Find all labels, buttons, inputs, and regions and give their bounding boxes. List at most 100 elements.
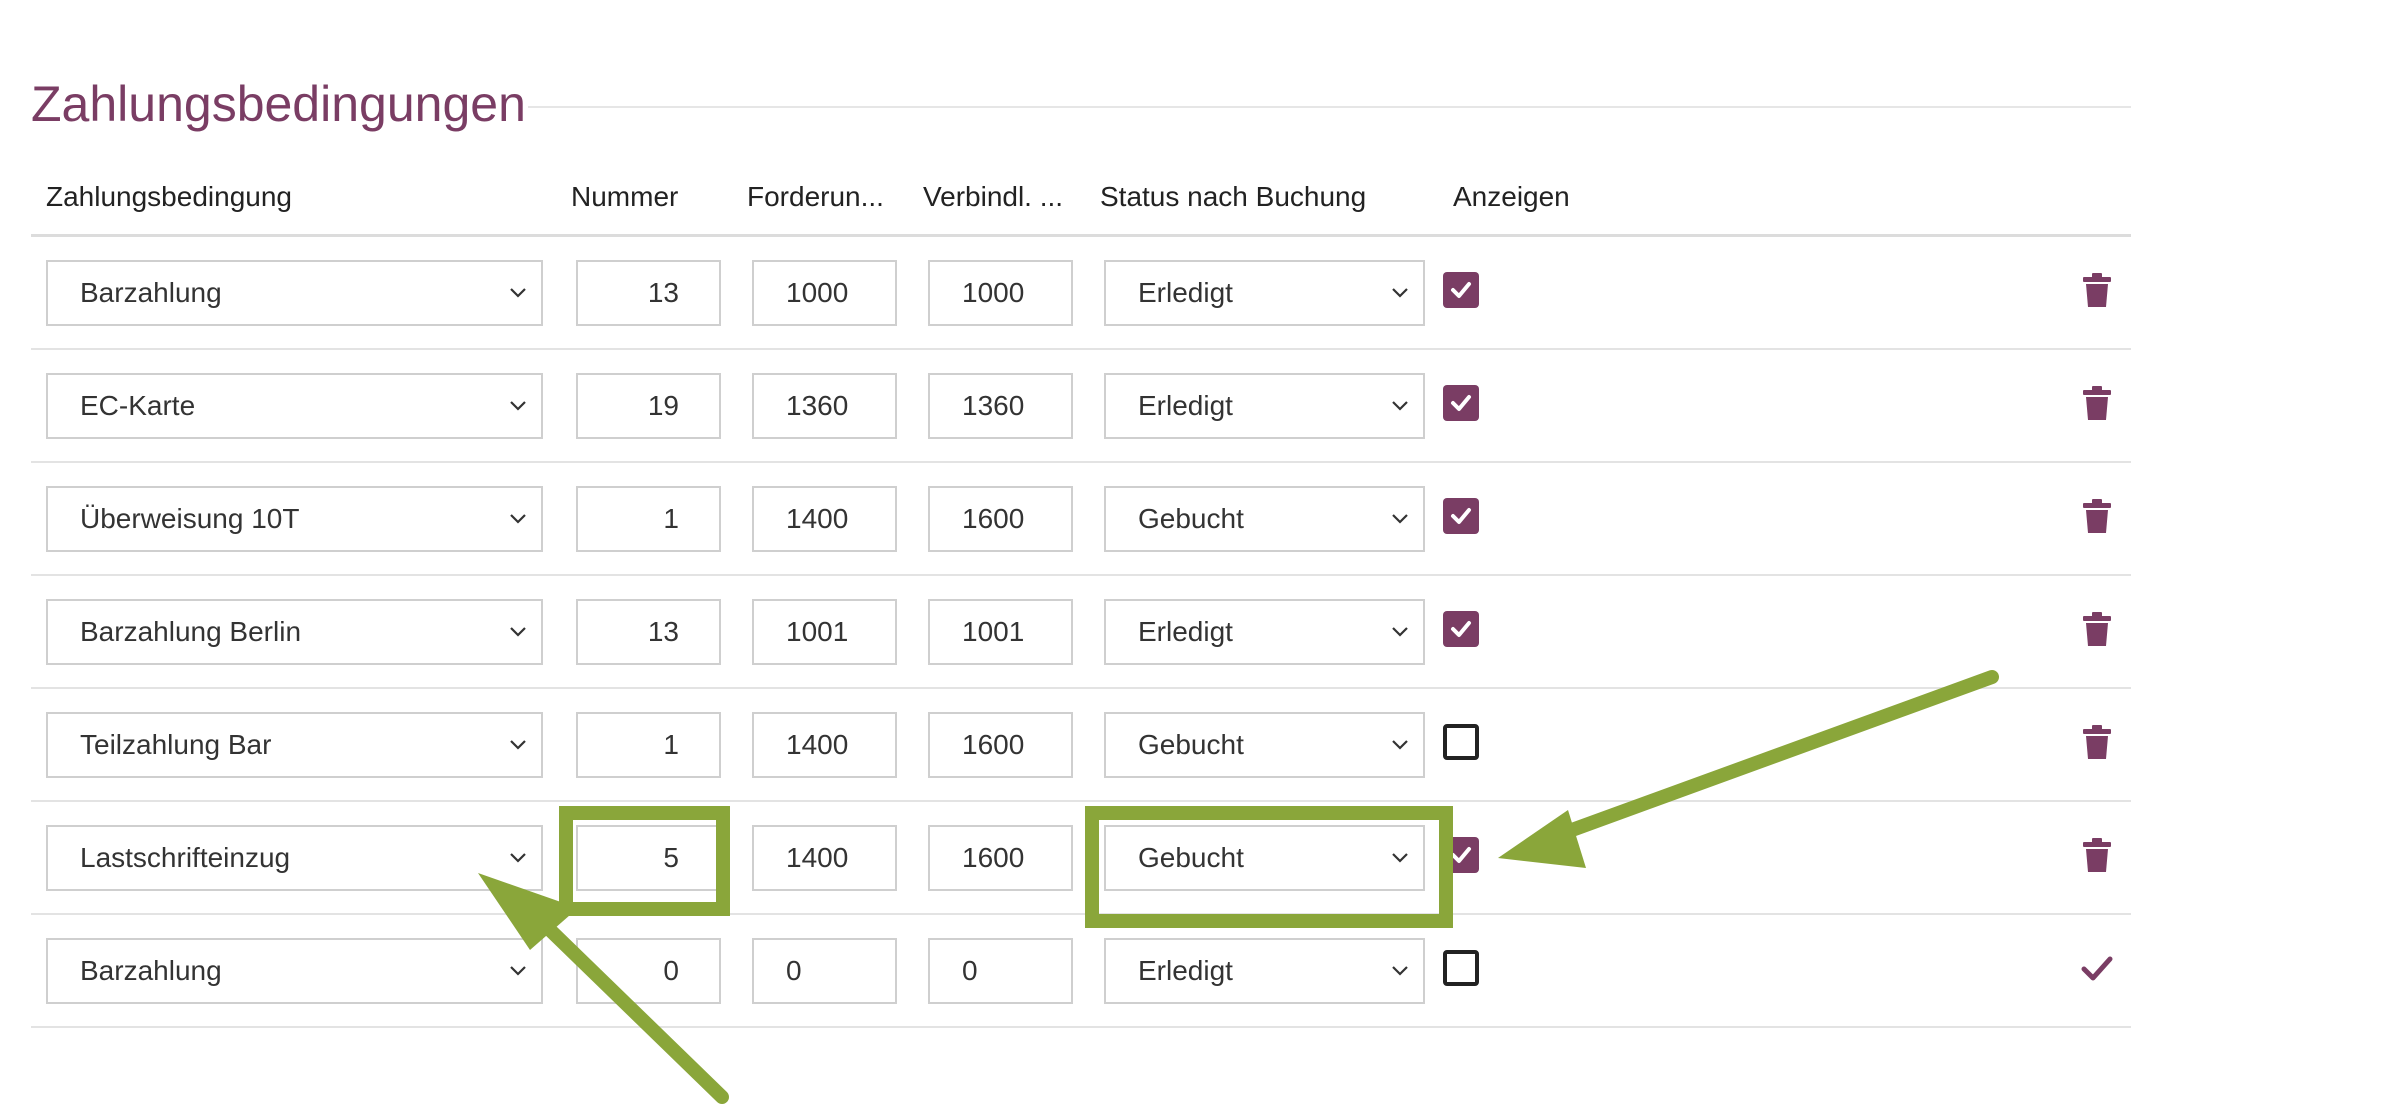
- select-value: EC-Karte: [80, 390, 196, 421]
- verbindlichkeit-input[interactable]: 1600: [928, 486, 1073, 552]
- check-icon: [1451, 847, 1471, 863]
- select-value: Erledigt: [1138, 390, 1233, 421]
- chevron-down-icon: [510, 853, 526, 863]
- trash-icon[interactable]: [2081, 838, 2113, 874]
- trash-icon[interactable]: [2081, 612, 2113, 648]
- forderung-input[interactable]: 1001: [752, 599, 897, 665]
- status-select[interactable]: Erledigt: [1104, 260, 1425, 326]
- column-header-anzeigen: Anzeigen: [1453, 181, 1570, 212]
- verbindlichkeit-input[interactable]: 1600: [928, 712, 1073, 778]
- table-row: Teilzahlung Bar 1 1400 1600 Gebucht: [31, 689, 2131, 802]
- select-value: Lastschrifteinzug: [80, 842, 291, 873]
- nummer-input[interactable]: 5: [576, 825, 721, 891]
- forderung-input[interactable]: 1400: [752, 825, 897, 891]
- select-value: Gebucht: [1138, 729, 1244, 760]
- zahlungsbedingung-select[interactable]: Barzahlung: [46, 260, 543, 326]
- anzeigen-checkbox[interactable]: [1443, 611, 1479, 647]
- select-value: Barzahlung Berlin: [80, 616, 302, 647]
- column-header-verbindl: Verbindl. ...: [923, 181, 1064, 212]
- verbindlichkeit-input[interactable]: 1360: [928, 373, 1073, 439]
- status-select[interactable]: Gebucht: [1104, 486, 1425, 552]
- chevron-down-icon: [510, 966, 526, 976]
- anzeigen-checkbox[interactable]: [1443, 837, 1479, 873]
- chevron-down-icon: [510, 288, 526, 298]
- chevron-down-icon: [510, 401, 526, 411]
- forderung-input[interactable]: 1000: [752, 260, 897, 326]
- zahlungsbedingung-select[interactable]: EC-Karte: [46, 373, 543, 439]
- zahlungsbedingung-select[interactable]: Teilzahlung Bar: [46, 712, 543, 778]
- table-row: Barzahlung Berlin 13 1001 1001 Erledigt: [31, 576, 2131, 689]
- section-divider: [528, 106, 2131, 108]
- check-icon: [1451, 621, 1471, 637]
- chevron-down-icon: [510, 627, 526, 637]
- section-title: Zahlungsbedingungen: [31, 76, 526, 132]
- column-header-status: Status nach Buchung: [1100, 181, 1367, 212]
- trash-icon[interactable]: [2081, 725, 2113, 761]
- forderung-input[interactable]: 1400: [752, 712, 897, 778]
- column-header-nummer: Nummer: [571, 181, 679, 212]
- forderung-input[interactable]: 1360: [752, 373, 897, 439]
- check-icon: [1451, 395, 1471, 411]
- column-header-zahlungsbedingung: Zahlungsbedingung: [46, 181, 292, 212]
- chevron-down-icon: [1392, 853, 1408, 863]
- nummer-input[interactable]: 13: [576, 599, 721, 665]
- status-select[interactable]: Erledigt: [1104, 599, 1425, 665]
- anzeigen-checkbox[interactable]: [1443, 272, 1479, 308]
- forderung-input[interactable]: 0: [752, 938, 897, 1004]
- verbindlichkeit-input[interactable]: 1000: [928, 260, 1073, 326]
- section-header: Zahlungsbedingungen: [31, 72, 2131, 136]
- table-row: Lastschrifteinzug 5 1400 1600 Gebucht: [31, 802, 2131, 915]
- column-header-forderung: Forderun...: [747, 181, 884, 212]
- zahlungsbedingung-select[interactable]: Lastschrifteinzug: [46, 825, 543, 891]
- chevron-down-icon: [1392, 514, 1408, 524]
- chevron-down-icon: [1392, 401, 1408, 411]
- chevron-down-icon: [1392, 627, 1408, 637]
- select-value: Überweisung 10T: [80, 503, 300, 534]
- nummer-input[interactable]: 1: [576, 712, 721, 778]
- status-select[interactable]: Gebucht: [1104, 825, 1425, 891]
- select-value: Barzahlung: [80, 277, 222, 308]
- anzeigen-checkbox[interactable]: [1443, 385, 1479, 421]
- status-select[interactable]: Erledigt: [1104, 938, 1425, 1004]
- trash-icon[interactable]: [2081, 273, 2113, 309]
- anzeigen-checkbox[interactable]: [1443, 724, 1479, 760]
- checkmark-icon[interactable]: [2081, 951, 2113, 987]
- anzeigen-checkbox[interactable]: [1443, 950, 1479, 986]
- anzeigen-checkbox[interactable]: [1443, 498, 1479, 534]
- check-icon: [1451, 508, 1471, 524]
- select-value: Erledigt: [1138, 277, 1233, 308]
- verbindlichkeit-input[interactable]: 1001: [928, 599, 1073, 665]
- nummer-input[interactable]: 0: [576, 938, 721, 1004]
- zahlungsbedingung-select[interactable]: Barzahlung: [46, 938, 543, 1004]
- table-header: Zahlungsbedingung Nummer Forderun... Ver…: [31, 172, 2131, 237]
- nummer-input[interactable]: 19: [576, 373, 721, 439]
- table-row: Barzahlung 0 0 0 Erledigt: [31, 915, 2131, 1028]
- nummer-input[interactable]: 1: [576, 486, 721, 552]
- status-select[interactable]: Gebucht: [1104, 712, 1425, 778]
- chevron-down-icon: [510, 740, 526, 750]
- chevron-down-icon: [1392, 966, 1408, 976]
- verbindlichkeit-input[interactable]: 1600: [928, 825, 1073, 891]
- trash-icon[interactable]: [2081, 386, 2113, 422]
- table-row: Überweisung 10T 1 1400 1600 Gebucht: [31, 463, 2131, 576]
- forderung-input[interactable]: 1400: [752, 486, 897, 552]
- verbindlichkeit-input[interactable]: 0: [928, 938, 1073, 1004]
- select-value: Erledigt: [1138, 616, 1233, 647]
- select-value: Gebucht: [1138, 842, 1244, 873]
- select-value: Erledigt: [1138, 955, 1233, 986]
- check-icon: [1451, 282, 1471, 298]
- chevron-down-icon: [1392, 288, 1408, 298]
- select-value: Teilzahlung Bar: [80, 729, 272, 760]
- zahlungsbedingung-select[interactable]: Barzahlung Berlin: [46, 599, 543, 665]
- nummer-input[interactable]: 13: [576, 260, 721, 326]
- select-value: Barzahlung: [80, 955, 222, 986]
- table-row: EC-Karte 19 1360 1360 Erledigt: [31, 350, 2131, 463]
- status-select[interactable]: Erledigt: [1104, 373, 1425, 439]
- table-row: Barzahlung 13 1000 1000 Erledigt: [31, 237, 2131, 350]
- select-value: Gebucht: [1138, 503, 1244, 534]
- chevron-down-icon: [1392, 740, 1408, 750]
- trash-icon[interactable]: [2081, 499, 2113, 535]
- zahlungsbedingung-select[interactable]: Überweisung 10T: [46, 486, 543, 552]
- chevron-down-icon: [510, 514, 526, 524]
- payment-terms-page: Zahlungsbedingungen Zahlungsbedingung Nu…: [0, 0, 2404, 1108]
